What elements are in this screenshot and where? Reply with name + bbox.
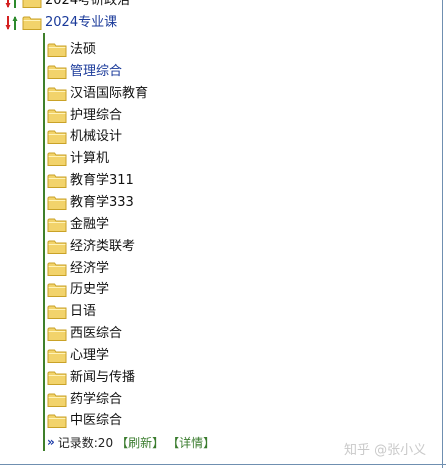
tree-item-politics[interactable]: 2024考研政治 [4,0,130,11]
tree-item-label: 2024考研政治 [45,0,131,8]
tree-item-subfolder[interactable]: 护理综合 [47,106,122,126]
folder-icon [47,326,67,342]
tree-item-label: 教育学333 [70,194,134,210]
refresh-link[interactable]: 【刷新】 [116,434,164,451]
details-link[interactable]: 【详情】 [167,434,215,451]
tree-item-label: 药学综合 [70,391,123,407]
tree-item-label: 经济类联考 [70,238,136,254]
folder-icon [47,108,67,124]
expand-collapse-arrows-icon[interactable] [4,0,22,11]
folder-icon [47,392,67,408]
window-right-border [442,0,443,468]
tree-item-label: 汉语国际教育 [70,85,149,101]
folder-icon [47,129,67,145]
folder-icon [47,304,67,320]
tree-item-subfolder[interactable]: 机械设计 [47,127,122,147]
tree-item-subfolder[interactable]: 西医综合 [47,324,122,344]
folder-icon [22,15,42,31]
tree-item-subfolder[interactable]: 计算机 [47,149,109,169]
tree-item-label: 中医综合 [70,413,123,429]
tree-item-major-courses[interactable]: 2024专业课 [4,13,117,33]
folder-icon [47,64,67,80]
folder-icon [22,0,42,9]
folder-icon [47,413,67,429]
tree-item-subfolder[interactable]: 教育学333 [47,193,134,213]
tree-item-subfolder[interactable]: 中医综合 [47,411,122,431]
tree-item-subfolder[interactable]: 药学综合 [47,390,122,410]
tree-item-label: 日语 [70,304,97,320]
folder-icon [47,261,67,277]
tree-item-subfolder[interactable]: 心理学 [47,346,109,366]
tree-item-label: 法硕 [70,42,97,57]
tree-item-label: 历史学 [70,282,110,298]
record-count: 记录数:20 [57,435,114,450]
tree-item-label: 2024专业课 [45,15,118,30]
expand-collapse-arrows-icon[interactable] [4,13,22,33]
tree-item-subfolder[interactable]: 日语 [47,302,96,322]
folder-icon [47,151,67,167]
tree-item-subfolder[interactable]: 经济学 [47,259,109,279]
tree-item-subfolder[interactable]: 汉语国际教育 [47,84,148,104]
tree-item-subfolder[interactable]: 新闻与传播 [47,368,135,388]
folder-icon [47,86,67,102]
tree-item-subfolder[interactable]: 历史学 [47,280,109,300]
folder-icon [47,42,67,58]
tree-guide-line [43,33,45,451]
folder-icon [47,348,67,364]
tree-footer: » 记录数:20 【刷新】 【详情】 [47,432,215,452]
tree-item-subfolder[interactable]: 管理综合 [47,62,122,82]
folder-icon [47,195,67,211]
folder-icon [47,282,67,298]
tree-item-label: 心理学 [70,347,110,363]
tree-item-label: 计算机 [70,151,110,167]
tree-item-label: 护理综合 [70,107,123,123]
tree-item-label: 管理综合 [70,63,123,79]
tree-item-label: 金融学 [70,216,110,232]
tree-item-label: 机械设计 [70,129,123,145]
double-chevron-right-icon: » [47,435,55,449]
folder-icon [47,217,67,233]
tree-item-subfolder[interactable]: 经济类联考 [47,237,135,257]
window-bottom-border [0,464,446,465]
tree-item-label: 教育学311 [70,173,134,189]
folder-icon [47,370,67,386]
tree-item-subfolder[interactable]: 教育学311 [47,171,134,191]
folder-icon [47,239,67,255]
tree-item-subfolder[interactable]: 法硕 [47,40,96,60]
tree-item-label: 西医综合 [70,326,123,342]
tree-item-label: 经济学 [70,260,110,276]
watermark: 知乎 @张小义 [344,443,427,458]
tree-item-subfolder[interactable]: 金融学 [47,215,109,235]
tree-item-label: 新闻与传播 [70,369,136,385]
folder-icon [47,173,67,189]
